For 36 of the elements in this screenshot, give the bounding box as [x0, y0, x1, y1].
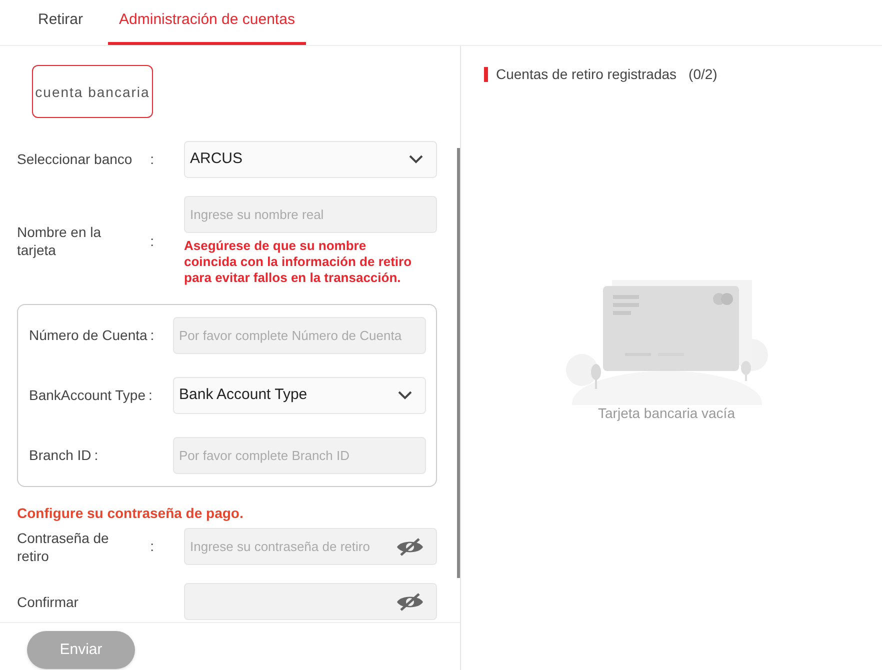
- eye-slash-icon[interactable]: [396, 592, 424, 612]
- account-count: (0/2): [688, 65, 718, 84]
- colon: :: [94, 446, 98, 465]
- field-label: Nombre en la tarjeta: [17, 223, 102, 259]
- field-label: Contraseña de retiro: [17, 528, 110, 564]
- select-value: ARCUS: [190, 149, 243, 170]
- input-field[interactable]: Ingrese su nombre real: [184, 196, 437, 233]
- eye-slash-icon[interactable]: [396, 537, 424, 557]
- input-field[interactable]: [184, 583, 437, 620]
- colon: :: [150, 232, 154, 250]
- chevron-down-icon: [398, 391, 412, 400]
- input-field[interactable]: Por favor complete Número de Cuenta: [173, 317, 426, 354]
- chevron-down-icon: [409, 155, 423, 164]
- field-label: Seleccionar banco: [17, 150, 132, 169]
- field-label: Número de Cuenta: [29, 326, 148, 345]
- select-value: Bank Account Type: [179, 385, 308, 406]
- select-field[interactable]: Bank Account Type: [173, 377, 426, 414]
- colon: :: [150, 326, 154, 345]
- input-field[interactable]: Por favor complete Branch ID: [173, 437, 426, 474]
- input-field[interactable]: Ingrese su contraseña de retiro: [184, 528, 437, 565]
- field-label: Confirmar: [17, 592, 80, 610]
- empty-state-text: Tarjeta bancaria vacía: [598, 404, 735, 423]
- account-type-button[interactable]: cuenta bancaria: [32, 65, 153, 118]
- panel-title: Cuentas de retiro registradas: [496, 65, 677, 84]
- field-label: Branch ID: [29, 446, 92, 465]
- select-field[interactable]: ARCUS: [184, 141, 437, 178]
- section-heading: Configure su contraseña de pago.: [17, 504, 244, 523]
- colon: :: [150, 537, 154, 556]
- colon: :: [148, 386, 152, 405]
- accent-bar: [484, 67, 488, 82]
- warning-text: Asegúrese de que su nombre coincida con la información de retiro para evitar fallos en la transacción.: [184, 238, 413, 286]
- tab[interactable]: Administración de cuentas: [108, 0, 306, 45]
- field-label: BankAccount Type: [29, 386, 146, 405]
- tab[interactable]: Retirar: [27, 0, 94, 45]
- colon: :: [150, 150, 154, 169]
- scrollbar[interactable]: [457, 148, 460, 578]
